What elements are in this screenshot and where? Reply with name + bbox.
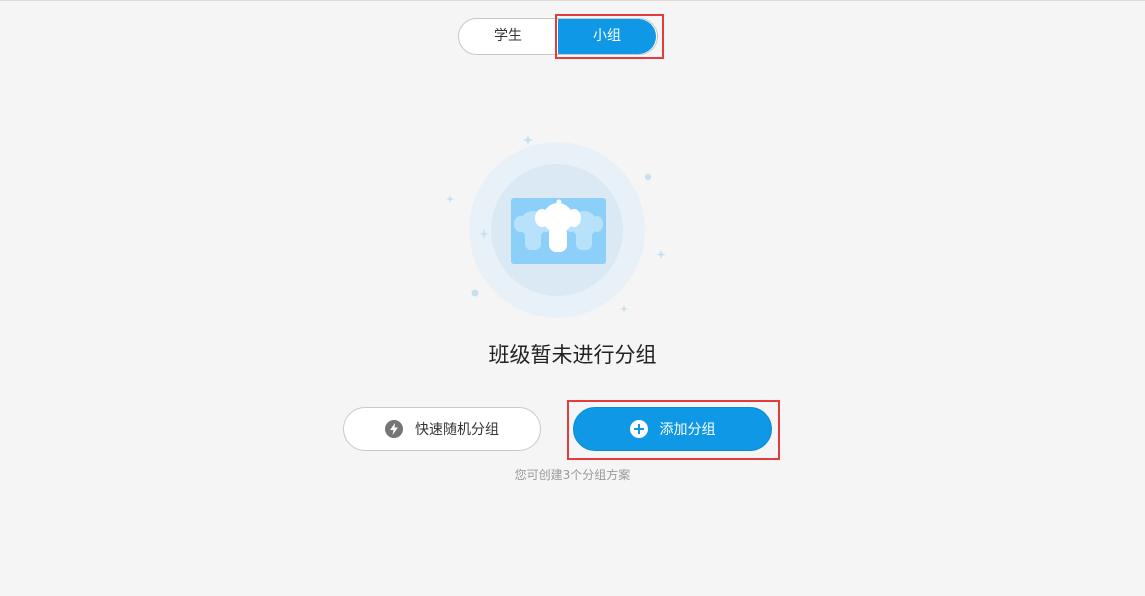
lightning-icon	[385, 420, 403, 438]
group-plan-hint: 您可创建3个分组方案	[514, 468, 631, 482]
view-toggle: 学生 小组	[458, 18, 658, 55]
empty-illustration	[444, 129, 674, 329]
tab-students[interactable]: 学生	[459, 19, 557, 54]
tab-groups[interactable]: 小组	[558, 19, 656, 54]
random-group-button[interactable]: 快速随机分组	[343, 407, 541, 451]
empty-state-title: 班级暂未进行分组	[488, 343, 657, 367]
add-group-label: 添加分组	[659, 422, 716, 438]
random-group-label: 快速随机分组	[415, 422, 499, 438]
sparkle-decorations	[446, 135, 666, 313]
add-group-button[interactable]: 添加分组	[573, 407, 772, 451]
plus-circle-icon	[629, 420, 648, 438]
